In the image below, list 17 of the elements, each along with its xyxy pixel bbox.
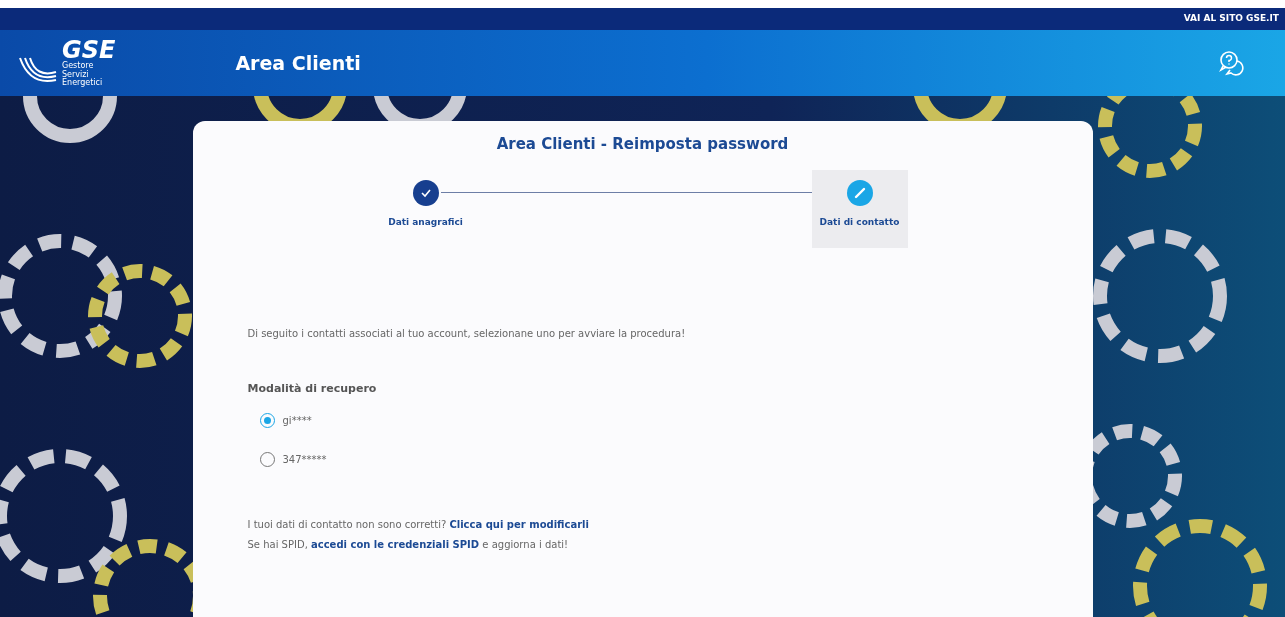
card-title: Area Clienti - Reimposta password <box>495 134 790 155</box>
header-title: Area Clienti <box>235 50 361 76</box>
help-text: I tuoi dati di contatto non sono corretti? Clicca qui per modificarli <box>247 518 590 532</box>
intro-text: Di seguito i contatti associati al tuo account, selezionane uno per avviare la procedura! <box>247 326 687 341</box>
recovery-label: Modalità di recupero <box>247 380 378 397</box>
step-label: Dati di contatto <box>818 215 901 229</box>
help-link[interactable]: accedi con le credenziali SPID <box>311 539 480 550</box>
option-label[interactable]: gi**** <box>282 413 312 428</box>
step-label: Dati anagrafici <box>387 215 464 229</box>
logo-subtitle: Gestore <box>62 62 95 71</box>
help-text: Se hai SPID, accedi con le credenziali SPID e aggiorna i dati! <box>247 538 570 552</box>
help-chat-icon[interactable] <box>1219 50 1245 76</box>
logo-subtitle: Servizi <box>62 70 89 79</box>
option-label[interactable]: 347***** <box>282 452 327 467</box>
site-link[interactable]: VAI AL SITO GSE.IT <box>1183 12 1279 26</box>
help-link[interactable]: Clicca qui per modificarli <box>449 519 589 530</box>
logo-subtitle: Energetici <box>62 79 104 88</box>
